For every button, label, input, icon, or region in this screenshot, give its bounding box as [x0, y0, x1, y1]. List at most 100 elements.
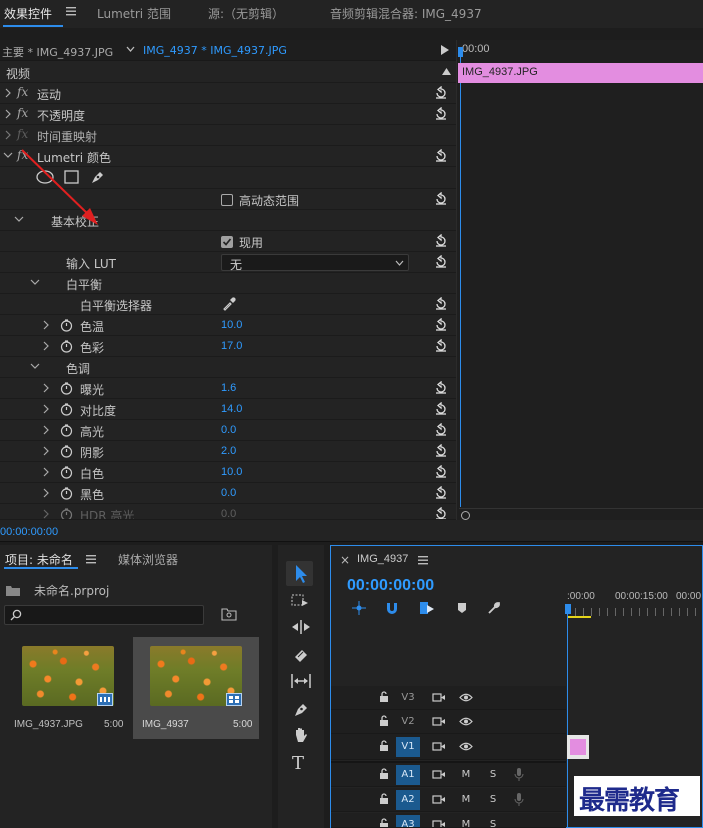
reset-icon[interactable] [434, 339, 448, 353]
type-tool-icon[interactable]: T [292, 753, 304, 774]
ec-bottom-timecode[interactable]: 00:00:00:00 [0, 526, 58, 538]
reset-icon[interactable] [434, 297, 448, 311]
reset-icon[interactable] [434, 149, 448, 163]
panel-menu-icon[interactable] [86, 554, 96, 564]
chevron-down-icon[interactable] [30, 362, 40, 372]
reset-icon[interactable] [434, 107, 448, 121]
lock-icon[interactable] [379, 818, 389, 827]
blacks-value[interactable]: 0.0 [221, 487, 236, 499]
stopwatch-icon[interactable] [60, 382, 73, 395]
playhead-marker[interactable] [458, 47, 463, 57]
hdr-range-checkbox[interactable] [221, 194, 233, 206]
add-marker-icon[interactable] [457, 602, 467, 614]
track-label[interactable]: A3 [396, 815, 420, 827]
reset-icon[interactable] [434, 444, 448, 458]
chevron-down-icon[interactable] [30, 278, 40, 288]
stopwatch-icon[interactable] [60, 466, 73, 479]
chevron-right-icon[interactable] [42, 404, 52, 414]
chevron-down-icon[interactable] [126, 45, 135, 54]
ripple-edit-tool-icon[interactable] [291, 619, 311, 635]
white-balance-row[interactable]: 白平衡 [0, 273, 456, 294]
mute-button[interactable]: M [454, 767, 478, 784]
sequence-tab[interactable]: IMG_4937 [357, 553, 408, 565]
tint-value[interactable]: 17.0 [221, 340, 242, 352]
reset-icon[interactable] [434, 86, 448, 100]
pen-tool-icon[interactable] [292, 700, 310, 718]
lock-icon[interactable] [379, 768, 389, 780]
reset-icon[interactable] [434, 381, 448, 395]
close-icon[interactable]: × [340, 553, 350, 567]
hand-tool-icon[interactable] [292, 726, 310, 744]
solo-button[interactable]: S [481, 767, 505, 784]
stopwatch-icon[interactable] [60, 424, 73, 437]
eye-icon[interactable] [459, 692, 473, 703]
lock-icon[interactable] [379, 691, 389, 703]
snap-magnet-icon[interactable] [385, 601, 399, 615]
highlights-value[interactable]: 0.0 [221, 424, 236, 436]
chevron-right-icon[interactable] [42, 383, 52, 393]
panel-menu-icon[interactable] [418, 555, 428, 565]
input-lut-select[interactable]: 无 [221, 254, 409, 272]
exposure-value[interactable]: 1.6 [221, 382, 236, 394]
reset-icon[interactable] [434, 486, 448, 500]
apply-checkbox[interactable] [221, 236, 233, 248]
eye-icon[interactable] [459, 741, 473, 752]
playhead-marker[interactable] [565, 604, 571, 614]
stopwatch-icon[interactable] [60, 487, 73, 500]
reset-icon[interactable] [434, 465, 448, 479]
track-select-tool-icon[interactable] [291, 593, 311, 609]
track-label[interactable]: A1 [396, 765, 420, 785]
chevron-right-icon[interactable] [42, 341, 52, 351]
camera-icon[interactable] [432, 692, 446, 703]
slip-tool-icon[interactable] [290, 673, 312, 689]
chevron-right-icon[interactable] [42, 467, 52, 477]
stopwatch-icon[interactable] [60, 340, 73, 353]
reset-icon[interactable] [434, 192, 448, 206]
reset-icon[interactable] [434, 507, 448, 519]
project-item-image[interactable]: IMG_4937.JPG 5:00 [4, 637, 130, 739]
solo-button[interactable]: S [481, 817, 505, 827]
sequence-clip-tab[interactable]: IMG_4937 * IMG_4937.JPG [143, 44, 287, 57]
track-label[interactable]: V1 [396, 737, 420, 757]
reset-icon[interactable] [434, 423, 448, 437]
whites-value[interactable]: 10.0 [221, 466, 242, 478]
mute-button[interactable]: M [454, 792, 478, 809]
eye-icon[interactable] [459, 716, 473, 727]
microphone-icon[interactable] [514, 792, 524, 807]
tone-row[interactable]: 色调 [0, 357, 456, 378]
lock-icon[interactable] [379, 793, 389, 805]
linked-selection-icon[interactable] [419, 601, 435, 615]
stopwatch-icon[interactable] [60, 403, 73, 416]
camera-icon[interactable] [432, 794, 446, 805]
chevron-right-icon[interactable] [42, 488, 52, 498]
tab-source[interactable]: 源:（无剪辑） [208, 5, 284, 22]
tab-project[interactable]: 项目: 未命名 [5, 551, 73, 568]
reset-icon[interactable] [434, 318, 448, 332]
find-bin-icon[interactable] [221, 607, 237, 621]
shadows-value[interactable]: 2.0 [221, 445, 236, 457]
ec-clip-bar[interactable]: IMG_4937.JPG [458, 63, 703, 83]
chevron-right-icon[interactable] [42, 320, 52, 330]
track-label[interactable]: V3 [396, 690, 420, 707]
tab-media-browser[interactable]: 媒体浏览器 [118, 551, 178, 568]
camera-icon[interactable] [432, 769, 446, 780]
mute-button[interactable]: M [454, 817, 478, 827]
scroll-handle[interactable] [461, 511, 470, 520]
play-triangle-icon[interactable] [441, 45, 449, 55]
microphone-icon[interactable] [514, 767, 524, 782]
timeline-timecode[interactable]: 00:00:00:00 [347, 577, 434, 595]
ec-scrollbar[interactable] [459, 508, 703, 520]
stopwatch-icon[interactable] [60, 445, 73, 458]
tab-audio-clip-mixer[interactable]: 音频剪辑混合器: IMG_4937 [330, 5, 482, 22]
selection-tool-icon[interactable] [286, 561, 313, 586]
reset-icon[interactable] [434, 402, 448, 416]
project-item-sequence[interactable]: IMG_4937 5:00 [133, 637, 259, 739]
temperature-value[interactable]: 10.0 [221, 319, 242, 331]
solo-button[interactable]: S [481, 792, 505, 809]
razor-tool-icon[interactable] [292, 647, 310, 663]
track-label[interactable]: A2 [396, 790, 420, 810]
track-label[interactable]: V2 [396, 714, 420, 731]
camera-icon[interactable] [432, 716, 446, 727]
work-area-bar[interactable] [567, 616, 591, 618]
eyedropper-icon[interactable] [221, 296, 237, 312]
